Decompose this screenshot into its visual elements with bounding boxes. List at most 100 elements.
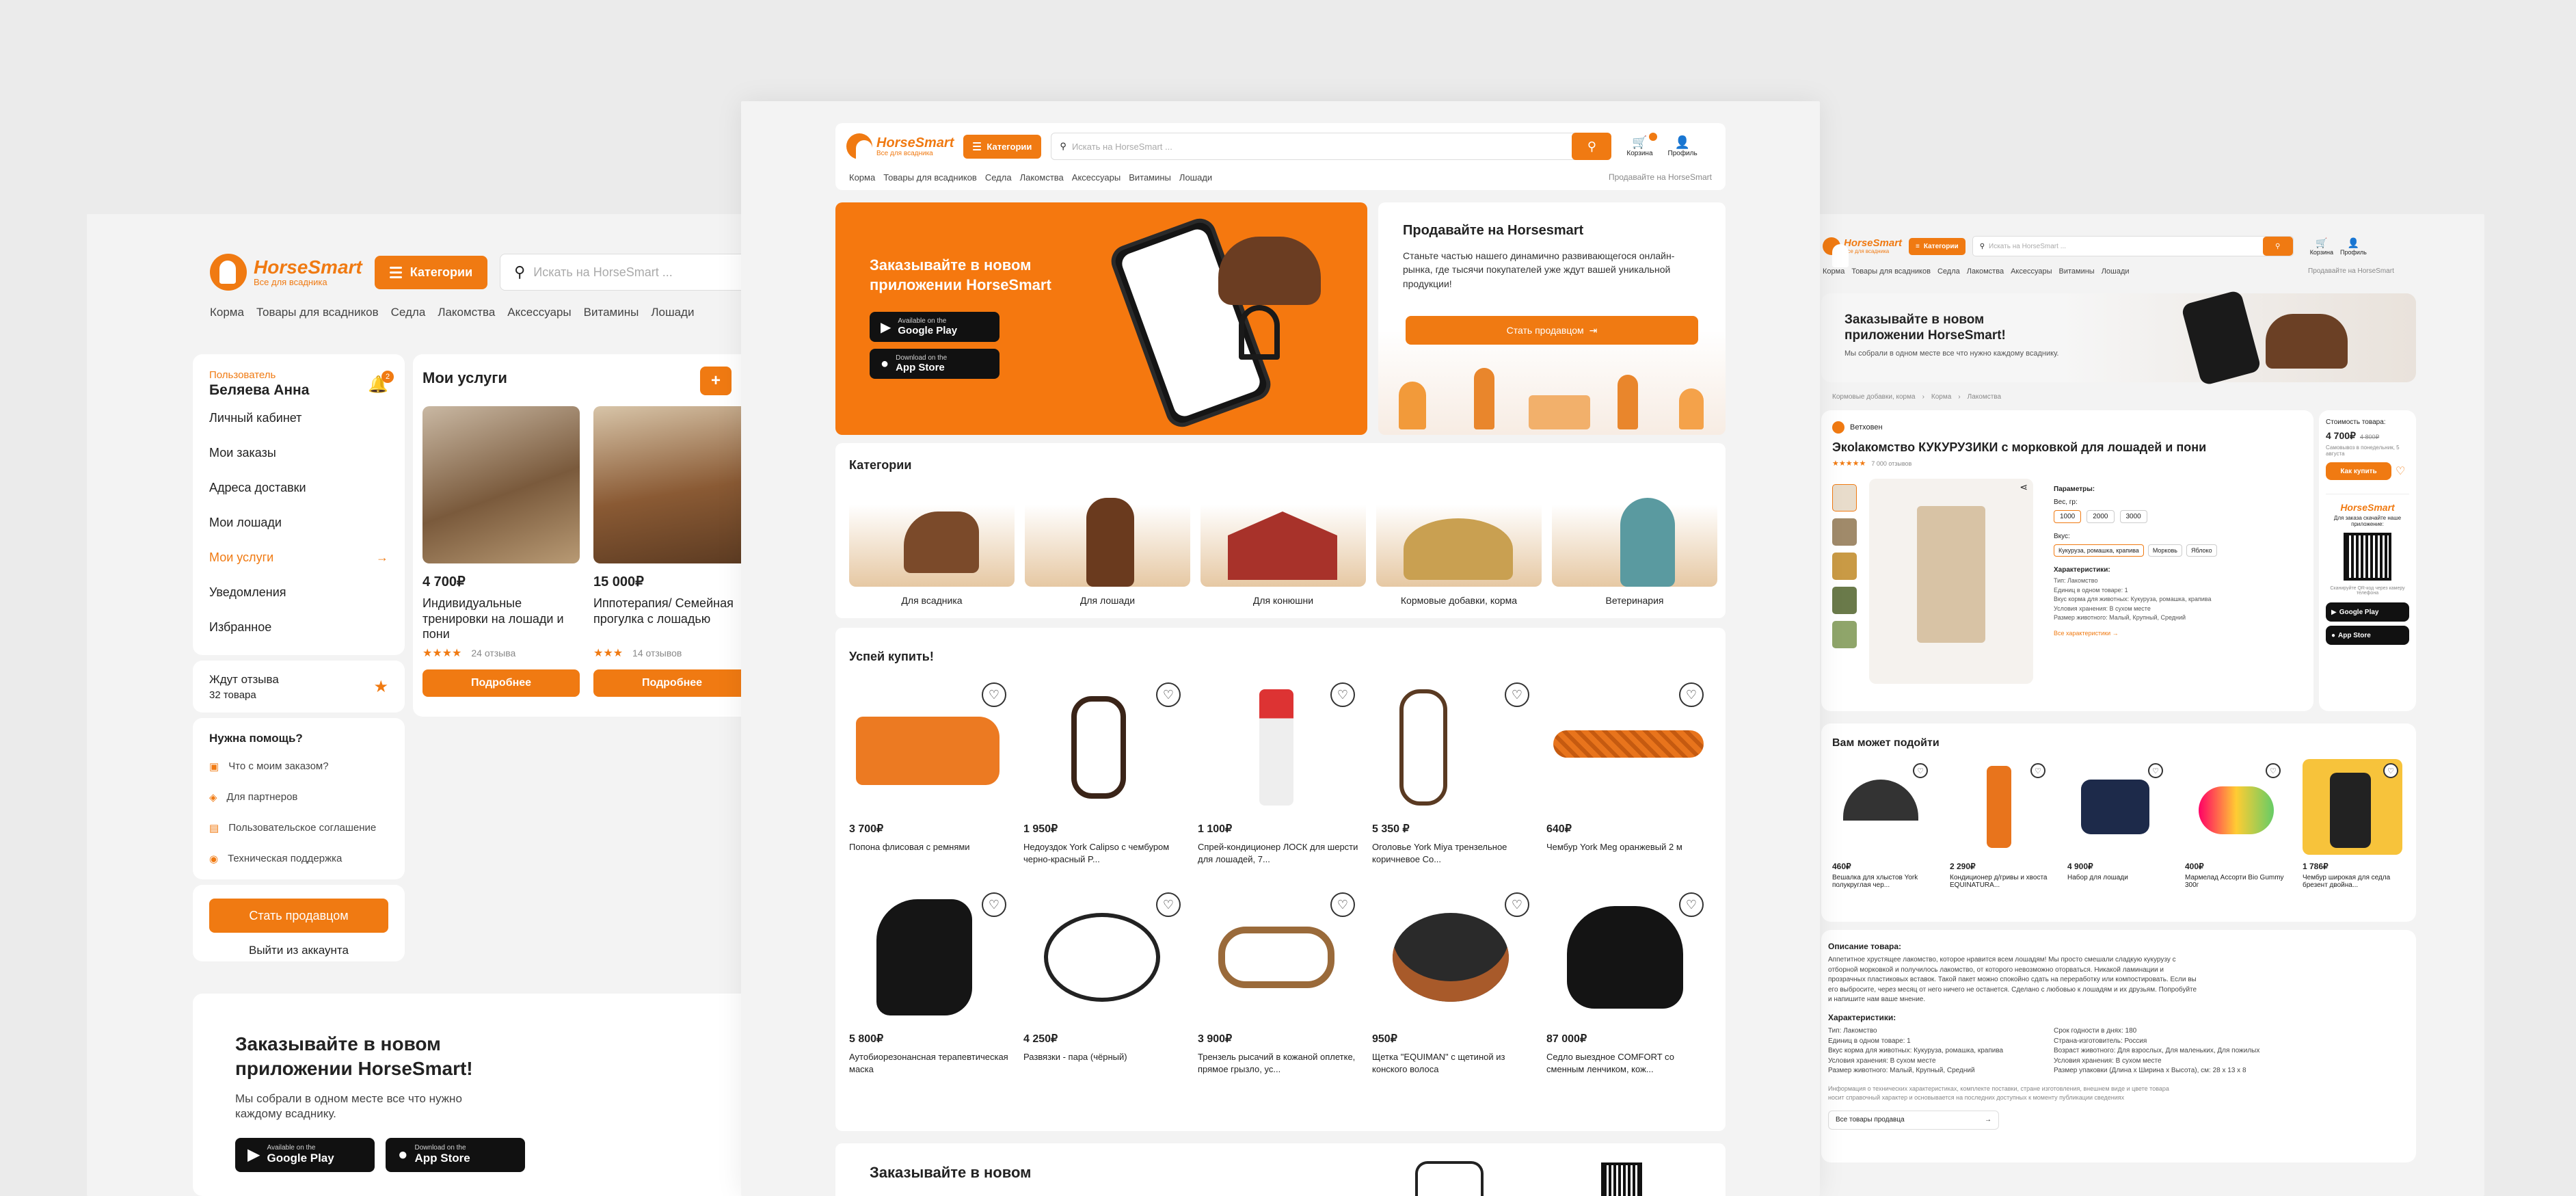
all-chars-link[interactable]: Все характеристики → — [2054, 630, 2231, 637]
heart-icon[interactable]: ♡ — [2148, 763, 2163, 778]
google-play-button[interactable]: ▶ Available on the Google Play — [870, 312, 999, 342]
thumbnail[interactable] — [1832, 553, 1857, 580]
help-item[interactable]: ◈ Для партнеров — [209, 791, 388, 803]
heart-icon[interactable]: ♡ — [982, 892, 1006, 918]
product-card[interactable]: ♡ 1 950₽ Недоуздок York Calipso с чембуром… — [1023, 676, 1188, 865]
help-item[interactable]: ▤ Пользовательское соглашение — [209, 822, 388, 834]
taste-option[interactable]: Кукуруза, ромашка, крапива — [2054, 544, 2144, 557]
product-card[interactable]: ♡ 87 000₽ Седло выездное COMFORT со сменны… — [1546, 886, 1710, 1075]
rec-image[interactable]: ♡ — [1832, 759, 1932, 855]
category-item[interactable]: Ветеринария — [1552, 484, 1717, 606]
rec-image[interactable]: ♡ — [1950, 759, 2050, 855]
nav-item[interactable]: Седла — [985, 172, 1012, 183]
weight-option[interactable]: 3000 — [2119, 510, 2147, 523]
logo[interactable]: HorseSmart Все для всадника — [210, 254, 362, 291]
app-store-button[interactable]: ● Download on the App Store — [870, 349, 999, 379]
details-button[interactable]: Подробнее — [422, 669, 580, 697]
heart-icon[interactable]: ♡ — [1156, 892, 1181, 918]
rec-image[interactable]: ♡ — [2303, 759, 2402, 855]
thumbnail[interactable] — [1832, 587, 1857, 614]
nav-item[interactable]: Седла — [391, 306, 426, 319]
categories-button[interactable]: Категории — [963, 134, 1042, 159]
product-card[interactable]: ♡ 5 800₽ Аутобиорезонансная терапевтическа… — [849, 886, 1013, 1075]
category-item[interactable]: Кормовые добавки, корма — [1376, 484, 1542, 606]
menu-item-favorites[interactable]: Избранное — [209, 620, 388, 635]
become-seller-button[interactable]: Стать продавцом ⇥ — [1406, 316, 1698, 345]
product-card[interactable]: ♡ 3 700₽ Попона флисовая с ремнями — [849, 676, 1013, 865]
heart-icon[interactable]: ♡ — [1330, 892, 1355, 918]
profile-button[interactable]: 👤 Профиль — [2340, 237, 2367, 256]
categories-button[interactable]: ≡ Категории — [1909, 237, 1965, 255]
categories-button[interactable]: Категории — [374, 255, 488, 289]
heart-icon[interactable]: ♡ — [1505, 892, 1529, 918]
rec-image[interactable]: ♡ — [2067, 759, 2167, 855]
weight-option[interactable]: 1000 — [2054, 510, 2082, 523]
sell-link[interactable]: Продавайте на HorseSmart — [1609, 172, 1712, 182]
heart-icon[interactable]: ♡ — [1156, 682, 1181, 707]
nav-item[interactable]: Корма — [849, 172, 875, 183]
heart-icon[interactable]: ♡ — [2266, 763, 2281, 778]
share-icon[interactable]: ⋖ — [2020, 481, 2028, 493]
become-seller-button[interactable]: Стать продавцом — [209, 899, 388, 933]
nav-item[interactable]: Лошади — [651, 306, 694, 319]
nav-item[interactable]: Корма — [1823, 267, 1844, 276]
nav-item[interactable]: Лошади — [2102, 267, 2130, 276]
nav-item[interactable]: Лакомства — [438, 306, 495, 319]
menu-item-notifications[interactable]: Уведомления — [209, 585, 388, 600]
app-store-button[interactable]: ● Download on the App Store — [386, 1137, 525, 1172]
heart-icon[interactable]: ♡ — [1679, 892, 1704, 918]
heart-icon[interactable]: ♡ — [1913, 763, 1928, 778]
breadcrumb-item[interactable]: Корма — [1931, 393, 1951, 401]
thumbnail[interactable] — [1832, 484, 1857, 511]
bell-icon[interactable]: 🔔 2 — [368, 371, 394, 395]
taste-option[interactable]: Яблоко — [2186, 544, 2217, 557]
how-to-buy-button[interactable]: Как купить — [2326, 462, 2391, 480]
nav-item[interactable]: Лакомства — [1967, 267, 2004, 276]
search-input[interactable]: ⚲ Искать на HorseSmart ... ⚲ — [1051, 133, 1612, 160]
weight-option[interactable]: 2000 — [2087, 510, 2115, 523]
service-image[interactable] — [593, 406, 745, 563]
thumbnail[interactable] — [1832, 621, 1857, 648]
category-item[interactable]: Для всадника — [849, 484, 1015, 606]
breadcrumb-item[interactable]: Лакомства — [1968, 393, 2001, 401]
logo[interactable]: HorseSmart Все для всадника — [1823, 237, 1902, 267]
search-input[interactable]: ⚲ Искать на HorseSmart ... ⚲ — [1972, 236, 2294, 256]
nav-item[interactable]: Товары для всадников — [256, 306, 379, 319]
google-play-button[interactable]: ▶ Available on the Google Play — [235, 1137, 375, 1172]
nav-item[interactable]: Седла — [1937, 267, 1960, 276]
heart-icon[interactable]: ♡ — [1505, 682, 1529, 707]
menu-item-horses[interactable]: Мои лошади — [209, 516, 388, 530]
logo[interactable]: HorseSmart Все для всадника — [846, 133, 954, 163]
cart-button[interactable]: 🛒 Корзина — [1626, 133, 1657, 157]
rec-image[interactable]: ♡ — [2185, 759, 2285, 855]
add-service-button[interactable]: + — [700, 367, 732, 395]
sell-link[interactable]: Продавайте на HorseSmart — [2308, 267, 2394, 275]
search-button[interactable]: ⚲ — [2262, 237, 2293, 256]
nav-item[interactable]: Витамины — [584, 306, 639, 319]
all-seller-products-button[interactable]: Все товары продавца → — [1828, 1110, 1999, 1130]
nav-item[interactable]: Лошади — [1179, 172, 1212, 183]
category-item[interactable]: Для лошади — [1025, 484, 1190, 606]
heart-icon[interactable]: ♡ — [2396, 464, 2405, 478]
help-item[interactable]: ◉ Техническая поддержка — [209, 853, 388, 865]
search-input[interactable]: ⚲ Искать на HorseSmart ... — [500, 254, 745, 291]
breadcrumb-item[interactable]: Кормовые добавки, корма — [1832, 393, 1916, 401]
help-item[interactable]: ▣ Что с моим заказом? — [209, 760, 388, 773]
nav-item[interactable]: Лакомства — [1020, 172, 1064, 183]
nav-item[interactable]: Витамины — [2059, 267, 2095, 276]
heart-icon[interactable]: ♡ — [1330, 682, 1355, 707]
product-card[interactable]: ♡ 950₽ Щетка "EQUIMAN" с щетиной из конско… — [1372, 886, 1536, 1075]
search-button[interactable]: ⚲ — [1572, 133, 1612, 160]
menu-item-cabinet[interactable]: Личный кабинет — [209, 411, 388, 425]
nav-item[interactable]: Аксессуары — [2011, 267, 2052, 276]
app-store-button[interactable]: ● App Store — [2326, 626, 2409, 645]
heart-icon[interactable]: ♡ — [982, 682, 1006, 707]
app-banner[interactable]: Заказывайте в новом приложении HorseSmar… — [835, 202, 1367, 435]
nav-item[interactable]: Аксессуары — [507, 306, 571, 319]
product-card[interactable]: ♡ 3 900₽ Трензель рысачий в кожаной оплетк… — [1198, 886, 1362, 1075]
app-banner[interactable]: Заказывайте в новом приложении HorseSmar… — [1821, 289, 2416, 386]
category-item[interactable]: Для конюшни — [1200, 484, 1366, 606]
nav-item[interactable]: Товары для всадников — [1851, 267, 1931, 276]
nav-item[interactable]: Витамины — [1129, 172, 1171, 183]
profile-button[interactable]: 👤 Профиль — [1668, 135, 1698, 157]
